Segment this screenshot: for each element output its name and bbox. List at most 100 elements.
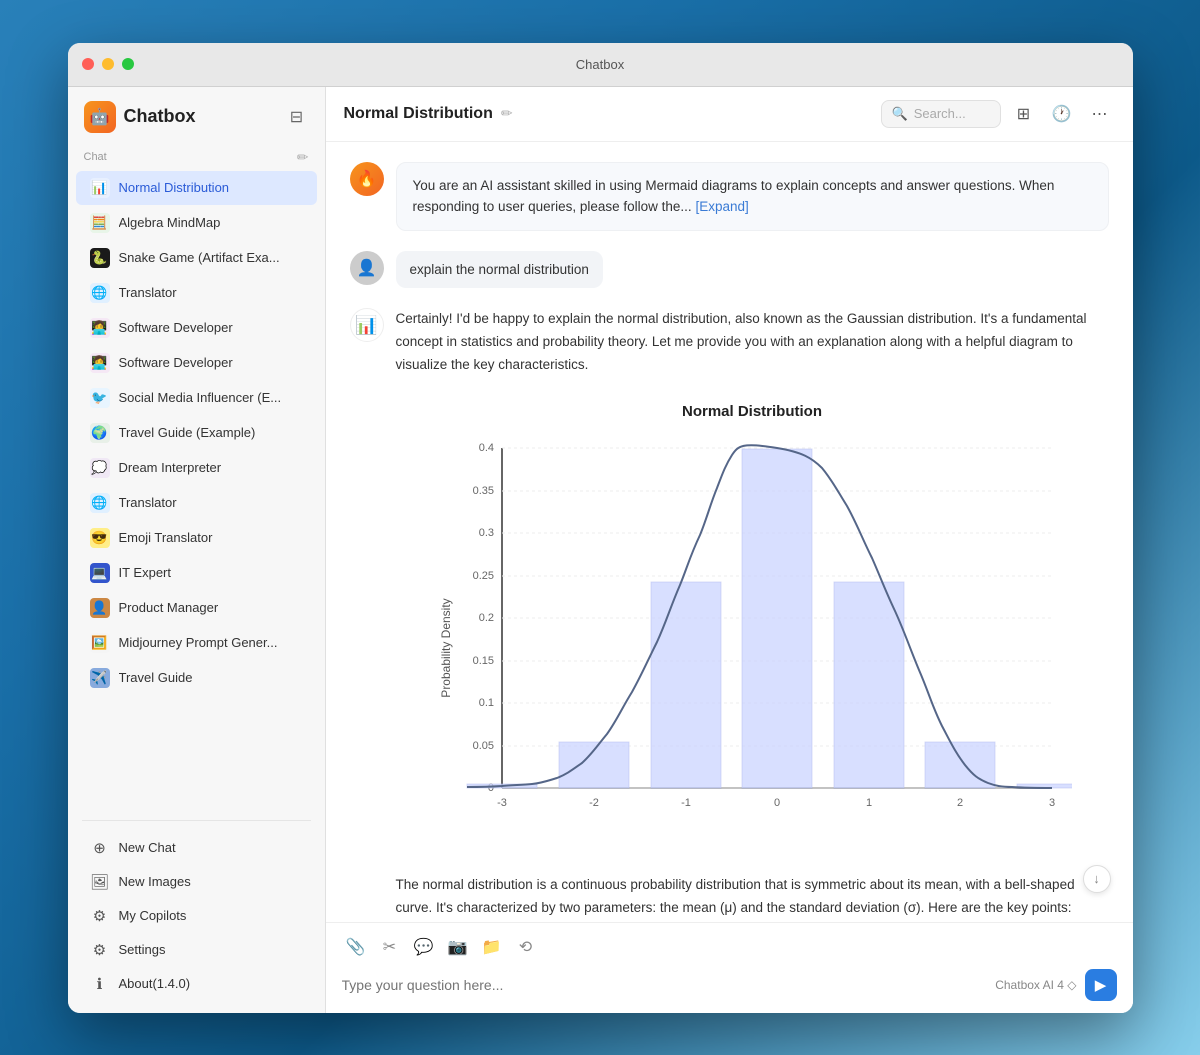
sidebar-bottom-icon-settings: ⚙ (90, 940, 110, 960)
chat-area: Normal Distribution ✏ 🔍 Search... ⊞ 🕐 ⋯ (326, 87, 1133, 1013)
sidebar-item-label-midjourney: Midjourney Prompt Gener... (119, 635, 303, 650)
svg-text:0.1: 0.1 (479, 697, 494, 709)
sidebar-item-travel-guide[interactable]: ✈️ Travel Guide (76, 661, 317, 695)
new-chat-icon[interactable]: ✏ (297, 149, 309, 166)
crop-button[interactable]: ✂ (376, 933, 404, 961)
sidebar-item-normal-distribution[interactable]: 📊 Normal Distribution (76, 171, 317, 205)
close-button[interactable] (82, 58, 94, 70)
sidebar-item-software-dev-1[interactable]: 👩‍💻 Software Developer (76, 311, 317, 345)
attach-button[interactable]: 📎 (342, 933, 370, 961)
search-box[interactable]: 🔍 Search... (881, 100, 1001, 128)
sidebar-bottom-item-about[interactable]: ℹ About(1.4.0) (76, 967, 317, 1001)
chat-mode-button[interactable]: 💬 (410, 933, 438, 961)
sidebar-divider (82, 820, 311, 821)
sidebar-item-icon-it-expert: 💻 (90, 563, 110, 583)
expand-link[interactable]: [Expand] (695, 199, 748, 214)
sidebar-item-label-software-dev-2: Software Developer (119, 355, 303, 370)
layout-toggle-button[interactable]: ⊞ (1009, 99, 1039, 129)
svg-text:0.25: 0.25 (473, 570, 494, 582)
edit-title-icon[interactable]: ✏ (501, 105, 513, 122)
user-bubble: explain the normal distribution (396, 251, 603, 289)
sidebar-toggle-icon[interactable]: ⊟ (285, 105, 309, 129)
titlebar: Chatbox (68, 43, 1133, 87)
bar--1 (651, 582, 721, 788)
sidebar-bottom-item-new-images[interactable]: 🖼 New Images (76, 865, 317, 899)
user-text: explain the normal distribution (410, 262, 589, 277)
sidebar-header: 🤖 Chatbox ⊟ (68, 87, 325, 143)
chart-svg-wrapper: Probability Density (396, 428, 1109, 848)
chart-title: Normal Distribution (396, 403, 1109, 420)
sidebar-item-algebra-mindmap[interactable]: 🧮 Algebra MindMap (76, 206, 317, 240)
more-options-button[interactable]: ⋯ (1085, 99, 1115, 129)
sidebar-item-icon-dream-interpreter: 💭 (90, 458, 110, 478)
sidebar-item-label-emoji-translator: Emoji Translator (119, 530, 303, 545)
sidebar-item-translator-2[interactable]: 🌐 Translator (76, 486, 317, 520)
sidebar-item-dream-interpreter[interactable]: 💭 Dream Interpreter (76, 451, 317, 485)
image-button[interactable]: 📷 (444, 933, 472, 961)
send-button[interactable]: ▶ (1085, 969, 1117, 1001)
sidebar-item-label-software-dev-1: Software Developer (119, 320, 303, 335)
sidebar-item-icon-emoji-translator: 😎 (90, 528, 110, 548)
sidebar-bottom-label-settings: Settings (119, 942, 166, 957)
sidebar-item-icon-snake-game: 🐍 (90, 248, 110, 268)
ai-description: The normal distribution is a continuous … (396, 874, 1109, 920)
sidebar-section-label: Chat (84, 151, 107, 163)
sidebar-bottom-icon-new-chat: ⊕ (90, 838, 110, 858)
minimize-button[interactable] (102, 58, 114, 70)
sidebar-item-icon-software-dev-2: 👩‍💻 (90, 353, 110, 373)
sidebar-bottom-item-new-chat[interactable]: ⊕ New Chat (76, 831, 317, 865)
sidebar-list: 📊 Normal Distribution 🧮 Algebra MindMap … (68, 170, 325, 814)
bar-1 (834, 582, 904, 788)
svg-text:0.4: 0.4 (479, 442, 494, 454)
sidebar-item-icon-software-dev-1: 👩‍💻 (90, 318, 110, 338)
search-placeholder: Search... (914, 106, 966, 121)
svg-text:-1: -1 (681, 797, 691, 809)
sidebar-item-label-algebra-mindmap: Algebra MindMap (119, 215, 303, 230)
svg-text:0.05: 0.05 (473, 740, 494, 752)
svg-text:-3: -3 (497, 797, 507, 809)
svg-text:0.3: 0.3 (479, 527, 494, 539)
input-bottom: Chatbox AI 4 ◇ ▶ (342, 969, 1117, 1001)
sidebar-item-snake-game[interactable]: 🐍 Snake Game (Artifact Exa... (76, 241, 317, 275)
main-window: Chatbox 🤖 Chatbox ⊟ Chat ✏ 📊 Normal Dist… (68, 43, 1133, 1013)
main-content: 🤖 Chatbox ⊟ Chat ✏ 📊 Normal Distribution… (68, 87, 1133, 1013)
sidebar-item-icon-social-media: 🐦 (90, 388, 110, 408)
sidebar-item-icon-travel-guide-ex: 🌍 (90, 423, 110, 443)
sidebar-item-product-manager[interactable]: 👤 Product Manager (76, 591, 317, 625)
sidebar-bottom-icon-about: ℹ (90, 974, 110, 994)
sidebar-bottom-item-settings[interactable]: ⚙ Settings (76, 933, 317, 967)
sidebar-item-translator[interactable]: 🌐 Translator (76, 276, 317, 310)
user-avatar: 👤 (350, 251, 384, 285)
chat-title-area: Normal Distribution ✏ (344, 105, 513, 123)
system-message: 🔥 You are an AI assistant skilled in usi… (350, 162, 1109, 231)
window-title: Chatbox (576, 57, 624, 72)
ai-message: 📊 Certainly! I'd be happy to explain the… (350, 308, 1109, 921)
sidebar-section: Chat ✏ (68, 143, 325, 170)
chat-messages: 🔥 You are an AI assistant skilled in usi… (326, 142, 1133, 922)
sidebar-bottom-item-my-copilots[interactable]: ⚙ My Copilots (76, 899, 317, 933)
sidebar-item-emoji-translator[interactable]: 😎 Emoji Translator (76, 521, 317, 555)
system-avatar: 🔥 (350, 162, 384, 196)
chat-input[interactable] (342, 977, 996, 993)
sidebar-item-software-dev-2[interactable]: 👩‍💻 Software Developer (76, 346, 317, 380)
sidebar-item-icon-midjourney: 🖼️ (90, 633, 110, 653)
user-message-content: explain the normal distribution (396, 251, 1109, 289)
sidebar-item-social-media[interactable]: 🐦 Social Media Influencer (E... (76, 381, 317, 415)
sidebar-item-midjourney[interactable]: 🖼️ Midjourney Prompt Gener... (76, 626, 317, 660)
sidebar-item-icon-algebra-mindmap: 🧮 (90, 213, 110, 233)
history-button[interactable]: 🕐 (1047, 99, 1077, 129)
chat-title: Normal Distribution (344, 105, 493, 123)
folder-button[interactable]: 📁 (478, 933, 506, 961)
settings-tool-button[interactable]: ⟲ (512, 933, 540, 961)
svg-text:0.2: 0.2 (479, 612, 494, 624)
scroll-to-bottom-button[interactable]: ↓ (1083, 865, 1111, 893)
sidebar-item-icon-normal-distribution: 📊 (90, 178, 110, 198)
svg-text:0: 0 (774, 797, 780, 809)
sidebar-item-travel-guide-ex[interactable]: 🌍 Travel Guide (Example) (76, 416, 317, 450)
svg-text:-2: -2 (589, 797, 599, 809)
maximize-button[interactable] (122, 58, 134, 70)
user-message: 👤 explain the normal distribution (350, 251, 1109, 289)
input-toolbar: 📎 ✂ 💬 📷 📁 ⟲ (342, 933, 1117, 961)
chat-header-actions: 🔍 Search... ⊞ 🕐 ⋯ (881, 99, 1115, 129)
sidebar-item-it-expert[interactable]: 💻 IT Expert (76, 556, 317, 590)
